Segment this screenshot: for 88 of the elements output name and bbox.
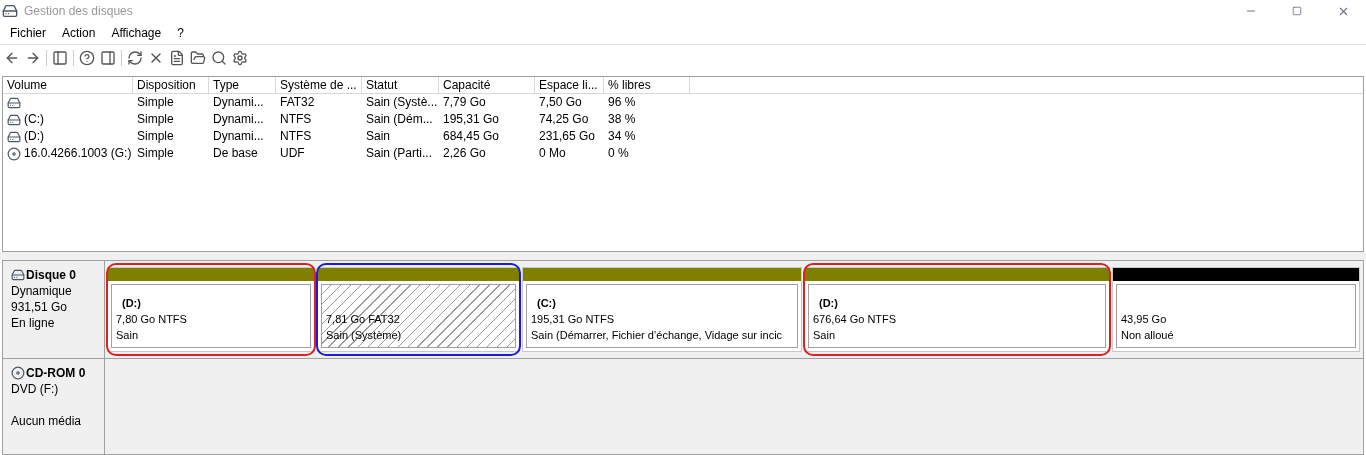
table-cell: De base: [213, 145, 258, 162]
column-header[interactable]: Volume: [3, 77, 133, 93]
partition-size: 195,31 Go NTFS: [531, 312, 616, 327]
column-header[interactable]: Capacité: [439, 77, 535, 93]
partition-status: Non alloué: [1121, 328, 1175, 343]
disk-detail: Dynamique: [11, 283, 73, 299]
table-cell: Dynami...: [213, 128, 264, 145]
partition-size: 7,80 Go NTFS: [116, 312, 188, 327]
table-cell: Simple: [137, 145, 174, 162]
volume-row[interactable]: (C:) Simple Dynami... NTFS Sain (Dém... 195,31 Go 74,25 Go 38 %: [3, 111, 1363, 128]
menu-item[interactable]: ?: [171, 24, 190, 42]
partition-status: Sain (Démarrer, Fichier d’échange, Vidage sur incic: [531, 328, 784, 343]
disk-detail: 931,51 Go: [11, 299, 69, 315]
column-header[interactable]: Système de ...: [276, 77, 362, 93]
table-cell: Dynami...: [213, 111, 264, 128]
disk-info-panel[interactable]: CD-ROM 0 DVD (F:) Aucun média: [3, 359, 105, 454]
table-cell: NTFS: [280, 111, 312, 128]
table-cell: FAT32: [280, 94, 315, 111]
table-cell: 0 Mo: [539, 145, 566, 162]
partition-label: (D:): [121, 296, 142, 311]
partition-status: Sain: [116, 328, 140, 343]
table-cell: Simple: [137, 111, 174, 128]
column-header[interactable]: Espace li...: [535, 77, 604, 93]
drive-icon: [11, 268, 25, 282]
disk-name: CD-ROM 0: [26, 365, 86, 381]
partition-size: 43,95 Go: [1121, 312, 1168, 327]
disk-detail: En ligne: [11, 315, 56, 331]
table-cell: Simple: [137, 128, 174, 145]
menu-item[interactable]: Affichage: [105, 24, 168, 42]
table-cell: 2,26 Go: [443, 145, 486, 162]
table-cell: Dynami...: [213, 94, 264, 111]
maximize-icon[interactable]: [1292, 6, 1302, 16]
cd-drive-icon: [7, 146, 21, 161]
partition-status: Sain: [813, 328, 837, 343]
table-cell: NTFS: [280, 128, 312, 145]
partition-size: 676,64 Go NTFS: [813, 312, 898, 327]
menu-item[interactable]: Fichier: [4, 24, 52, 42]
table-cell: Sain (Parti...: [366, 145, 433, 162]
window-title: Gestion des disques: [24, 3, 133, 20]
column-header[interactable]: % libres: [604, 77, 690, 93]
table-cell: Simple: [137, 94, 174, 111]
partition-block[interactable]: (C:) 195,31 Go NTFS Sain (Démarrer, Fichier d’échange, Vidage sur incic: [522, 267, 802, 352]
table-cell: 7,79 Go: [443, 94, 486, 111]
table-cell: Sain: [366, 128, 391, 145]
properties-icon[interactable]: [169, 49, 185, 66]
table-cell: 34 %: [608, 128, 636, 145]
tree-pane-icon[interactable]: [52, 49, 68, 66]
drive-icon: [7, 112, 21, 127]
partition-size: 7,81 Go FAT32: [326, 312, 401, 327]
table-cell: 16.0.4266.1003 (G:): [24, 145, 132, 162]
partition-status: Sain (Système): [326, 328, 403, 343]
table-cell: 195,31 Go: [443, 111, 500, 128]
column-header[interactable]: Type: [209, 77, 276, 93]
search-icon[interactable]: [211, 49, 227, 66]
partition-label: (D:): [818, 296, 839, 311]
disk-detail: Aucun média: [11, 413, 83, 429]
table-cell: 96 %: [608, 94, 636, 111]
disk-detail: DVD (F:): [11, 381, 60, 397]
help-icon[interactable]: [79, 49, 95, 66]
column-header[interactable]: Statut: [362, 77, 439, 93]
folder-icon[interactable]: [190, 49, 206, 66]
volume-row[interactable]: 16.0.4266.1003 (G:) Simple De base UDF Sain (Parti... 2,26 Go 0 Mo 0 %: [3, 145, 1363, 162]
partition-label: (C:): [536, 296, 557, 311]
partition-block[interactable]: 43,95 Go Non alloué: [1112, 267, 1360, 352]
volume-row[interactable]: Simple Dynami... FAT32 Sain (Systè... 7,79 Go 7,50 Go 96 %: [3, 94, 1363, 111]
table-cell: 231,65 Go: [539, 128, 596, 145]
cd-drive-icon: [11, 366, 25, 380]
table-cell: 7,50 Go: [539, 94, 582, 111]
table-cell: Sain (Systè...: [366, 94, 438, 111]
table-cell: (C:): [24, 111, 44, 128]
action-pane-icon[interactable]: [100, 49, 116, 66]
drive-icon: [7, 95, 21, 110]
table-cell: 0 %: [608, 145, 629, 162]
volume-row[interactable]: (D:) Simple Dynami... NTFS Sain 684,45 Go 231,65 Go 34 %: [3, 128, 1363, 145]
refresh-icon[interactable]: [127, 49, 143, 66]
disk-info-panel[interactable]: Disque 0 Dynamique 931,51 Go En ligne: [3, 261, 105, 358]
menu-item[interactable]: Action: [56, 24, 102, 42]
disk-name: Disque 0: [26, 267, 76, 283]
table-cell: Sain (Dém...: [366, 111, 433, 128]
table-cell: 684,45 Go: [443, 128, 500, 145]
table-cell: 74,25 Go: [539, 111, 589, 128]
column-header[interactable]: Disposition: [133, 77, 209, 93]
table-cell: (D:): [24, 128, 44, 145]
settings-icon[interactable]: [232, 49, 248, 66]
drive-icon: [7, 129, 21, 144]
table-cell: 38 %: [608, 111, 636, 128]
table-cell: UDF: [280, 145, 305, 162]
app-icon: [2, 3, 18, 19]
